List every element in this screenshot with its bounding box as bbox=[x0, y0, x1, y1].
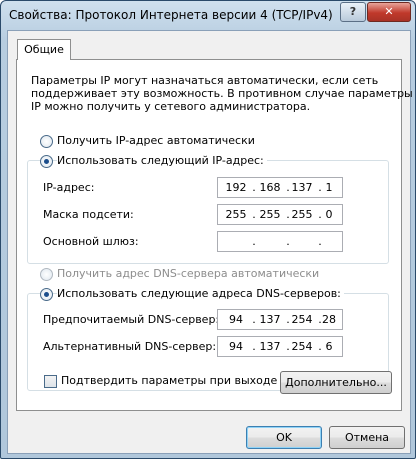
ip-address-label: IP-адрес: bbox=[43, 181, 95, 194]
tab-panel-general: Параметры IP могут назначаться автоматич… bbox=[16, 59, 413, 411]
ip-auto-label[interactable]: Получить IP-адрес автоматически bbox=[57, 134, 255, 147]
ip-octet: 28 bbox=[322, 313, 336, 326]
ip-octet: 254 bbox=[291, 313, 313, 326]
ip-octet: 254 bbox=[291, 340, 313, 353]
dialog-window: Свойства: Протокол Интернета версии 4 (T… bbox=[0, 0, 416, 459]
ip-octet: 137 bbox=[291, 181, 313, 194]
cancel-button[interactable]: Отмена bbox=[329, 426, 405, 449]
advanced-button[interactable]: Дополнительно... bbox=[280, 371, 392, 394]
description-text: Параметры IP могут назначаться автоматич… bbox=[31, 74, 413, 113]
ip-manual-label[interactable]: Использовать следующий IP-адрес: bbox=[57, 154, 267, 167]
dns-auto-label[interactable]: Получить адрес DNS-сервера автоматически bbox=[57, 267, 319, 280]
close-button[interactable]: ✕ bbox=[367, 2, 411, 22]
dns-auto-radio[interactable] bbox=[40, 268, 53, 281]
ip-octet: 255 bbox=[259, 208, 281, 221]
ip-octet: 137 bbox=[259, 313, 281, 326]
ip-octet: 94 bbox=[229, 340, 243, 353]
subnet-mask-input[interactable]: 255. 255. 255. 0 bbox=[217, 204, 343, 225]
close-icon: ✕ bbox=[384, 5, 394, 18]
dns-manual-radio[interactable] bbox=[40, 288, 53, 301]
ip-octet: 94 bbox=[229, 313, 243, 326]
ip-octet: 192 bbox=[225, 181, 247, 194]
dialog-client-area: Общие Параметры IP могут назначаться авт… bbox=[7, 30, 413, 454]
ip-octet: 137 bbox=[259, 340, 281, 353]
description-line: IP можно получить у сетевого администрат… bbox=[31, 100, 311, 113]
help-button[interactable]: ? bbox=[340, 2, 366, 22]
tab-general[interactable]: Общие bbox=[17, 39, 71, 60]
ok-button[interactable]: OK bbox=[246, 426, 322, 449]
description-line: Параметры IP могут назначаться автоматич… bbox=[31, 74, 379, 87]
ip-manual-radio[interactable] bbox=[40, 155, 53, 168]
ip-auto-radio[interactable] bbox=[40, 135, 53, 148]
dns-manual-label[interactable]: Использовать следующие адреса DNS-сервер… bbox=[57, 287, 344, 300]
ip-octet: 255 bbox=[225, 208, 247, 221]
description-line: поддерживает эту возможность. В противно… bbox=[31, 87, 413, 100]
alternate-dns-label: Альтернативный DNS-сервер: bbox=[43, 340, 217, 353]
validate-settings-label[interactable]: Подтвердить параметры при выходе bbox=[61, 374, 277, 387]
default-gateway-input[interactable]: . . . bbox=[217, 231, 343, 252]
alternate-dns-input[interactable]: 94. 137. 254. 6 bbox=[217, 336, 343, 357]
ip-octet: 255 bbox=[291, 208, 313, 221]
preferred-dns-input[interactable]: 94. 137. 254. 28 bbox=[217, 309, 343, 330]
ip-address-input[interactable]: 192. 168. 137. 1 bbox=[217, 177, 343, 198]
ip-octet: 0 bbox=[325, 208, 333, 221]
ip-octet: 1 bbox=[325, 181, 333, 194]
default-gateway-label: Основной шлюз: bbox=[43, 235, 139, 248]
subnet-mask-label: Маска подсети: bbox=[43, 208, 134, 221]
window-title: Свойства: Протокол Интернета версии 4 (T… bbox=[9, 8, 333, 22]
title-bar[interactable]: Свойства: Протокол Интернета версии 4 (T… bbox=[1, 1, 415, 29]
ip-octet: 168 bbox=[259, 181, 281, 194]
validate-settings-checkbox[interactable] bbox=[44, 375, 57, 388]
preferred-dns-label: Предпочитаемый DNS-сервер: bbox=[43, 313, 220, 326]
ip-octet: 6 bbox=[325, 340, 333, 353]
